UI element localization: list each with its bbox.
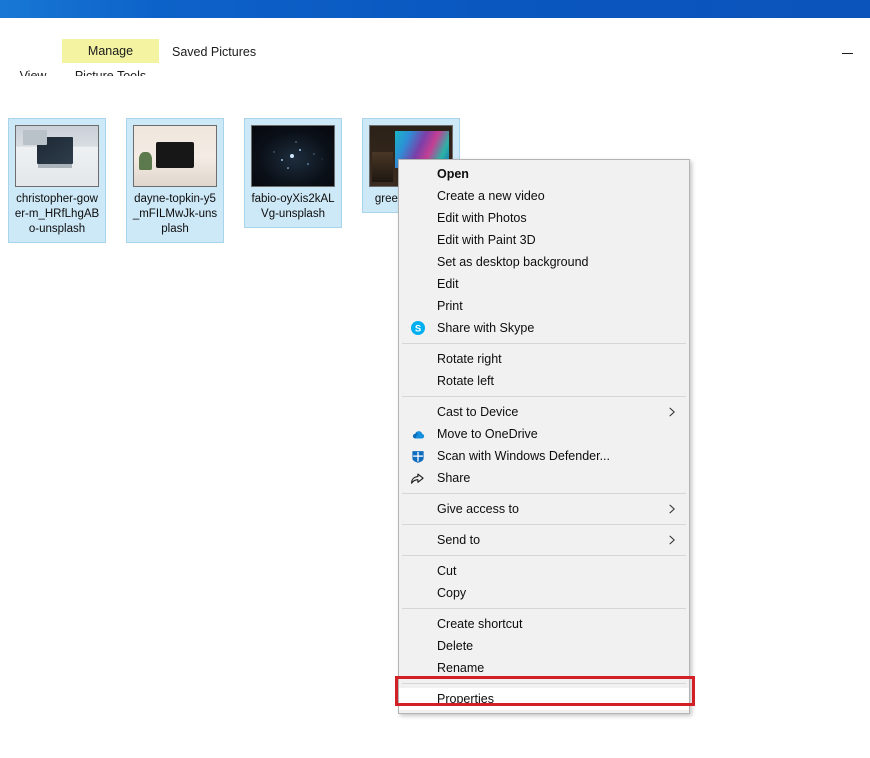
menu-item-label: Copy xyxy=(437,586,466,600)
menu-item-open[interactable]: Open xyxy=(399,163,689,185)
menu-item-cast-to-device[interactable]: Cast to Device xyxy=(399,401,689,423)
menu-item-edit-with-paint-3d[interactable]: Edit with Paint 3D xyxy=(399,229,689,251)
menu-item-move-to-onedrive[interactable]: Move to OneDrive xyxy=(399,423,689,445)
file-name-label: fabio-oyXis2kALVg-unsplash xyxy=(248,192,338,222)
menu-item-edit-with-photos[interactable]: Edit with Photos xyxy=(399,207,689,229)
menu-separator xyxy=(402,608,686,609)
menu-item-label: Open xyxy=(437,167,469,181)
menu-item-give-access-to[interactable]: Give access to xyxy=(399,498,689,520)
chevron-right-icon xyxy=(667,504,677,514)
windows-defender-icon xyxy=(410,448,426,464)
menu-separator xyxy=(402,683,686,684)
menu-item-send-to[interactable]: Send to xyxy=(399,529,689,551)
menu-item-label: Cut xyxy=(437,564,456,578)
chevron-right-icon xyxy=(667,535,677,545)
menu-item-label: Properties xyxy=(437,692,494,706)
file-thumbnail xyxy=(251,125,335,187)
menu-item-set-as-desktop-background[interactable]: Set as desktop background xyxy=(399,251,689,273)
svg-text:S: S xyxy=(415,324,421,335)
share-arrow-icon xyxy=(410,470,426,486)
menu-item-share[interactable]: Share xyxy=(399,467,689,489)
menu-item-rotate-right[interactable]: Rotate right xyxy=(399,348,689,370)
menu-item-copy[interactable]: Copy xyxy=(399,582,689,604)
menu-separator xyxy=(402,555,686,556)
menu-item-edit[interactable]: Edit xyxy=(399,273,689,295)
menu-item-label: Rename xyxy=(437,661,484,675)
menu-item-label: Give access to xyxy=(437,502,519,516)
menu-item-label: Share with Skype xyxy=(437,321,534,335)
file-tile[interactable]: christopher-gower-m_HRfLhgABo-unsplash xyxy=(8,118,106,243)
ribbon-tab-strip: View Manage Picture Tools Saved Pictures xyxy=(0,18,870,77)
menu-item-label: Cast to Device xyxy=(437,405,518,419)
menu-item-label: Scan with Windows Defender... xyxy=(437,449,610,463)
menu-item-label: Edit with Photos xyxy=(437,211,527,225)
menu-item-create-a-new-video[interactable]: Create a new video xyxy=(399,185,689,207)
menu-item-label: Edit xyxy=(437,277,459,291)
menu-item-label: Rotate right xyxy=(437,352,502,366)
menu-item-properties[interactable]: Properties xyxy=(399,688,689,710)
file-thumbnail xyxy=(133,125,217,187)
menu-item-label: Create shortcut xyxy=(437,617,522,631)
menu-item-print[interactable]: Print xyxy=(399,295,689,317)
menu-item-label: Create a new video xyxy=(437,189,545,203)
menu-item-label: Set as desktop background xyxy=(437,255,589,269)
thumbnail-image xyxy=(16,126,98,186)
file-name-label: dayne-topkin-y5_mFILMwJk-unsplash xyxy=(130,192,220,237)
menu-item-label: Edit with Paint 3D xyxy=(437,233,536,247)
thumbnail-image xyxy=(134,126,216,186)
thumbnail-image xyxy=(252,126,334,186)
menu-separator xyxy=(402,343,686,344)
tab-manage[interactable]: Manage xyxy=(62,39,159,63)
menu-item-delete[interactable]: Delete xyxy=(399,635,689,657)
page-title: Saved Pictures xyxy=(172,45,256,59)
menu-item-scan-with-windows-defender[interactable]: Scan with Windows Defender... xyxy=(399,445,689,467)
navigation-row: tures › Saved Pictures ↻ xyxy=(0,76,870,114)
menu-item-label: Move to OneDrive xyxy=(437,427,538,441)
menu-item-label: Share xyxy=(437,471,470,485)
menu-item-cut[interactable]: Cut xyxy=(399,560,689,582)
menu-item-label: Delete xyxy=(437,639,473,653)
chevron-right-icon xyxy=(667,407,677,417)
menu-item-label: Send to xyxy=(437,533,480,547)
onedrive-cloud-icon xyxy=(410,426,426,442)
menu-separator xyxy=(402,524,686,525)
window-titlebar xyxy=(0,0,870,18)
menu-item-rotate-left[interactable]: Rotate left xyxy=(399,370,689,392)
file-tile[interactable]: fabio-oyXis2kALVg-unsplash xyxy=(244,118,342,228)
menu-item-label: Print xyxy=(437,299,463,313)
tab-manage-label: Manage xyxy=(88,44,133,58)
menu-item-create-shortcut[interactable]: Create shortcut xyxy=(399,613,689,635)
file-tile[interactable]: dayne-topkin-y5_mFILMwJk-unsplash xyxy=(126,118,224,243)
minimize-icon xyxy=(842,53,853,54)
file-thumbnail xyxy=(15,125,99,187)
menu-item-share-with-skype[interactable]: S Share with Skype xyxy=(399,317,689,339)
minimize-button[interactable] xyxy=(832,42,862,64)
context-menu[interactable]: Open Create a new video Edit with Photos Ed… xyxy=(398,159,690,714)
file-name-label: christopher-gower-m_HRfLhgABo-unsplash xyxy=(12,192,102,237)
menu-separator xyxy=(402,396,686,397)
menu-item-rename[interactable]: Rename xyxy=(399,657,689,679)
menu-separator xyxy=(402,493,686,494)
menu-item-label: Rotate left xyxy=(437,374,494,388)
skype-icon: S xyxy=(410,320,426,336)
